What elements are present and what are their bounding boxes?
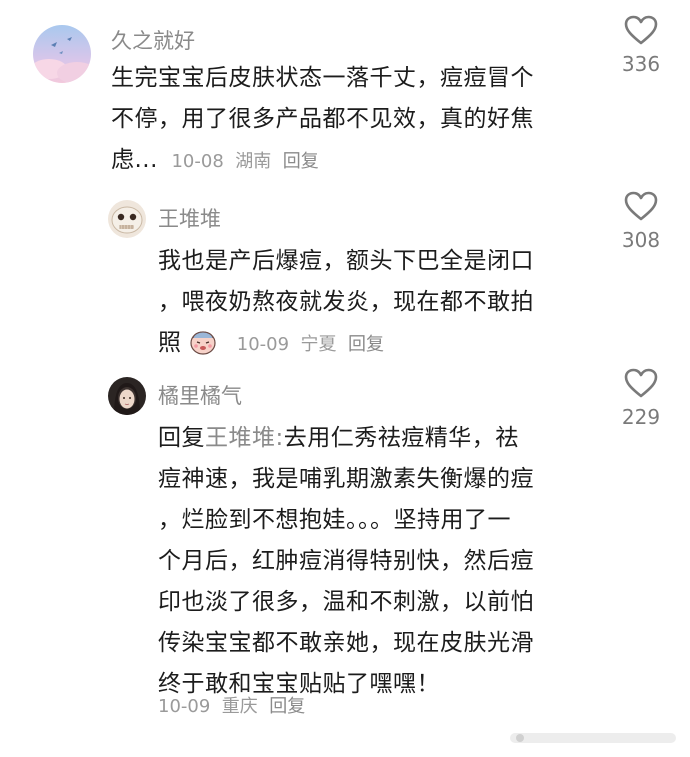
comment-text: 生完宝宝后皮肤状态一落千丈，痘痘冒个 不停，用了很多产品都不见效，真的好焦 虑.… (111, 58, 581, 182)
comment-meta: 10-09 重庆 回复 (158, 692, 305, 718)
username[interactable]: 王堆堆 (158, 203, 221, 233)
comment-line: 生完宝宝后皮肤状态一落千丈，痘痘冒个 (111, 65, 534, 91)
comment-line: ，烂脸到不想抱娃。。。坚持用了一 (158, 507, 511, 533)
like-button[interactable]: 336 (611, 14, 671, 76)
like-count: 336 (621, 52, 661, 76)
reply-button[interactable]: 回复 (348, 334, 384, 355)
comment-line: 照 (158, 330, 182, 356)
mention-link[interactable]: 王堆堆: (205, 425, 284, 451)
comment-line: 个月后，红肿痘消得特别快，然后痘 (158, 548, 534, 574)
avatar-1[interactable] (33, 25, 91, 83)
comment-line: ，喂夜奶熬夜就发炎，现在都不敢拍 (158, 289, 534, 315)
comment-text: 回复王堆堆:去用仁秀祛痘精华，祛 痘神速，我是哺乳期激素失衡爆的痘 ，烂脸到不想… (158, 418, 588, 705)
avatar-3[interactable] (108, 377, 146, 415)
avatar-2[interactable] (108, 200, 146, 238)
heart-outline-icon (624, 368, 658, 398)
comment-line: 印也淡了很多，温和不刺激，以前怕 (158, 589, 534, 615)
comment-date: 10-09 (158, 696, 211, 717)
comment-line: 我也是产后爆痘，额头下巴全是闭口 (158, 248, 534, 274)
comment-date: 10-08 (171, 151, 224, 172)
like-count: 308 (621, 228, 661, 252)
comment-meta: 10-08 湖南 回复 (166, 151, 319, 172)
crying-face-sticker-icon (188, 326, 218, 356)
comment-line-last: 照 10-09 宁夏 回复 (158, 323, 588, 365)
username[interactable]: 久之就好 (111, 25, 195, 55)
comment-line: 传染宝宝都不敢亲她，现在皮肤光滑 (158, 630, 534, 656)
comment-location: 重庆 (221, 696, 258, 717)
comment-meta: 10-09 宁夏 回复 (225, 334, 384, 355)
reply-prefix: 回复 (158, 425, 205, 451)
comment-location: 湖南 (235, 151, 272, 172)
watermark (508, 727, 678, 749)
heart-outline-icon (624, 191, 658, 221)
heart-outline-icon (624, 15, 658, 45)
comment-line-last: 虑... 10-08 湖南 回复 (111, 140, 581, 182)
comment-location: 宁夏 (300, 334, 337, 355)
reply-button[interactable]: 回复 (283, 151, 319, 172)
comment-text: 我也是产后爆痘，额头下巴全是闭口 ，喂夜奶熬夜就发炎，现在都不敢拍 照 10-0… (158, 241, 588, 365)
comment-line-first: 回复王堆堆:去用仁秀祛痘精华，祛 (158, 418, 588, 459)
comment-date: 10-09 (236, 334, 290, 355)
like-button[interactable]: 229 (611, 367, 671, 429)
comment-line: 去用仁秀祛痘精华，祛 (283, 425, 519, 451)
comment-line: 痘神速，我是哺乳期激素失衡爆的痘 (158, 466, 534, 492)
like-button[interactable]: 308 (611, 190, 671, 252)
like-count: 229 (621, 405, 661, 429)
reply-button[interactable]: 回复 (269, 696, 305, 717)
username[interactable]: 橘里橘气 (158, 380, 242, 410)
comment-line: 不停，用了很多产品都不见效，真的好焦 (111, 106, 534, 132)
comment-line: 虑... (111, 147, 158, 173)
